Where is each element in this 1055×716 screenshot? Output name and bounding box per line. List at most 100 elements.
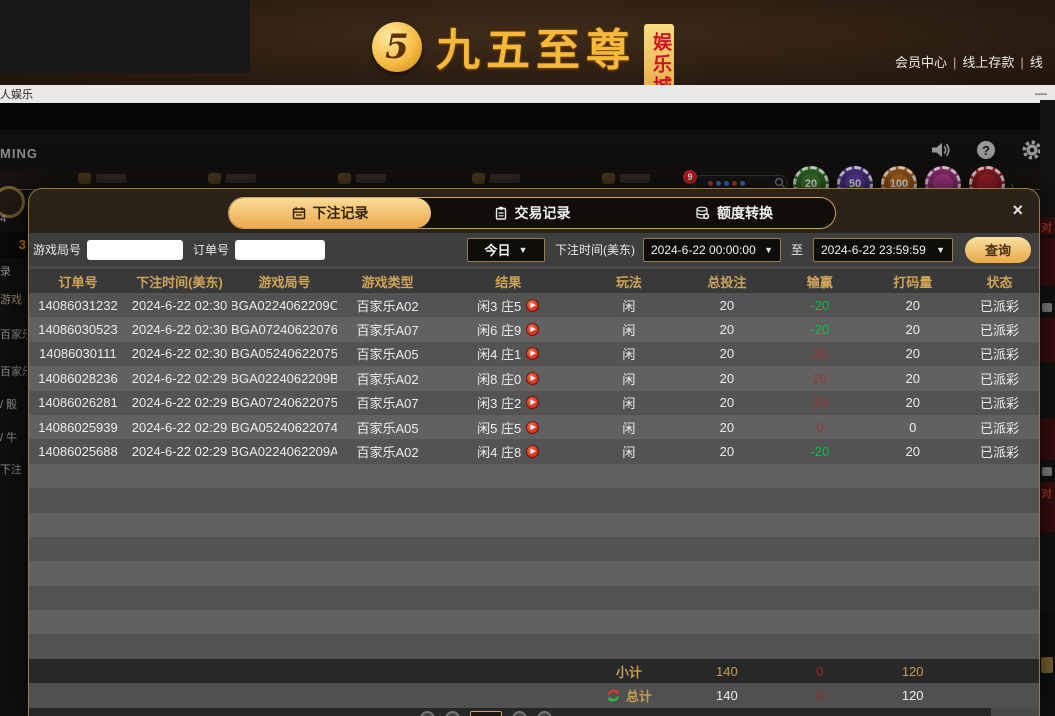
table-cell: 百家乐A02: [337, 439, 438, 463]
column-header: 游戏类型: [337, 269, 438, 293]
gaming-brand-fragment: MING: [0, 146, 38, 161]
bg-icon: [1042, 303, 1052, 312]
column-header: 输赢: [774, 269, 865, 293]
replay-button[interactable]: ▶: [526, 421, 539, 434]
grand-win-loss: 0: [774, 683, 865, 707]
table-cell: 20: [865, 439, 960, 463]
client-top-strip: [0, 103, 1055, 130]
table-cell: 已派彩: [960, 415, 1039, 439]
search-button[interactable]: 查询: [965, 237, 1031, 263]
result-cell: 闲3 庄2▶: [438, 391, 578, 415]
sidebar-count-badge: 3: [19, 237, 26, 252]
table-header-row: 订单号下注时间(美东)游戏局号游戏类型结果玩法总投注输赢打码量状态: [29, 269, 1039, 293]
prev-page-button[interactable]: [445, 711, 460, 716]
table-row: 140860256882024-6-22 02:29BGA0224062209A…: [29, 439, 1039, 463]
play-icon: ▶: [531, 375, 536, 382]
empty-row: [29, 634, 1039, 658]
chevron-down-icon: ▼: [936, 245, 945, 255]
first-page-button[interactable]: [420, 711, 435, 716]
order-id-input[interactable]: [235, 240, 325, 260]
empty-row: [29, 513, 1039, 537]
replay-button[interactable]: ▶: [526, 299, 539, 312]
replay-button[interactable]: ▶: [526, 396, 539, 409]
last-page-button[interactable]: [537, 711, 552, 716]
game-round-input[interactable]: [87, 240, 183, 260]
close-icon[interactable]: ×: [1012, 200, 1023, 220]
replay-button[interactable]: ▶: [526, 372, 539, 385]
empty-row: [29, 610, 1039, 634]
sidebar-fragment: 百家乐: [0, 326, 27, 342]
table-cell: 已派彩: [960, 439, 1039, 463]
sound-icon[interactable]: [929, 139, 951, 161]
bet-table: 订单号下注时间(美东)游戏局号游戏类型结果玩法总投注输赢打码量状态 140860…: [29, 269, 1039, 716]
result-cell: 闲3 庄5 ▶: [438, 293, 578, 317]
table-cell: 20: [865, 317, 960, 341]
top-nav: 会员中心|线上存款|线: [895, 52, 1043, 71]
table-cell: 20: [865, 342, 960, 366]
date-from-value: 2024-6-22 00:00:00: [651, 243, 756, 257]
bg-gold-fragment: [1041, 657, 1053, 673]
date-from-select[interactable]: 2024-6-22 00:00:00 ▼: [643, 238, 781, 262]
column-header: 总投注: [679, 269, 774, 293]
nav-partial-link[interactable]: 线: [1030, 55, 1043, 70]
table-cell: 已派彩: [960, 317, 1039, 341]
table-cell: 2024-6-22 02:29: [127, 366, 232, 390]
table-cell: 20: [679, 317, 774, 341]
nav-member-center[interactable]: 会员中心: [895, 55, 947, 70]
subtotal-label: 小计: [578, 659, 679, 683]
refresh-icon[interactable]: [606, 688, 621, 703]
win-loss-cell: 0: [774, 415, 865, 439]
minimize-button[interactable]: —: [1035, 86, 1047, 100]
table-cell: 14086025939: [29, 415, 127, 439]
win-loss-cell: -20: [774, 293, 865, 317]
sidebar-fragment: 下注: [0, 461, 27, 477]
grand-turnover: 120: [865, 683, 960, 707]
table-cell: 14086030523: [29, 317, 127, 341]
table-cell: 闲: [578, 415, 679, 439]
date-range-select[interactable]: 今日 ▼: [467, 238, 545, 262]
next-page-button[interactable]: [512, 711, 527, 716]
tab-quota-transfer[interactable]: 额度转换: [633, 198, 835, 228]
tab-transaction-records[interactable]: 交易记录: [431, 198, 633, 228]
table-cell: 百家乐A07: [337, 317, 438, 341]
table-cell: BGA07240622075: [232, 391, 337, 415]
replay-button[interactable]: ▶: [526, 445, 539, 458]
play-icon: ▶: [531, 326, 536, 333]
result-text: 闲3 庄5: [477, 296, 521, 315]
table-cell: 14086031232: [29, 293, 127, 317]
help-icon[interactable]: ?: [975, 139, 997, 161]
table-cell: 2024-6-22 02:29: [127, 439, 232, 463]
table-cell: 闲: [578, 342, 679, 366]
date-range-value: 今日: [485, 240, 511, 259]
table-cell: 闲: [578, 439, 679, 463]
date-to-select[interactable]: 2024-6-22 23:59:59 ▼: [813, 238, 953, 262]
grand-total-row: 总计 140 0 120: [29, 683, 1039, 707]
table-cell: 百家乐A07: [337, 391, 438, 415]
tab-bet-records[interactable]: 下注记录: [229, 198, 431, 228]
bg-bet-label: 对: [1041, 219, 1052, 235]
table-cell: BGA05240622074: [232, 415, 337, 439]
empty-row: [29, 586, 1039, 610]
win-loss-cell: -20: [774, 439, 865, 463]
calendar-icon: [292, 206, 306, 220]
column-header: 订单号: [29, 269, 127, 293]
subtotal-total-bet: 140: [679, 659, 774, 683]
sidebar-fragment: / 牛: [0, 429, 27, 445]
win-loss-cell: -20: [774, 317, 865, 341]
page-number-input[interactable]: [470, 711, 502, 716]
sidebar-fragment: 4: [0, 213, 27, 225]
result-text: 闲5 庄5: [477, 418, 521, 437]
table-cell: 14086030111: [29, 342, 127, 366]
nav-separator: |: [1014, 55, 1029, 70]
replay-button[interactable]: ▶: [526, 347, 539, 360]
sidebar-fragment: 游戏: [0, 291, 27, 307]
top-banner: 5 九五至尊 娱乐城 会员中心|线上存款|线: [0, 0, 1055, 85]
table-cell: 已派彩: [960, 391, 1039, 415]
table-cell: 14086028236: [29, 366, 127, 390]
replay-button[interactable]: ▶: [526, 323, 539, 336]
table-cell: 20: [679, 293, 774, 317]
table-cell: 已派彩: [960, 366, 1039, 390]
nav-online-deposit[interactable]: 线上存款: [962, 55, 1014, 70]
play-icon: ▶: [531, 424, 536, 431]
date-to-value: 2024-6-22 23:59:59: [821, 243, 926, 257]
